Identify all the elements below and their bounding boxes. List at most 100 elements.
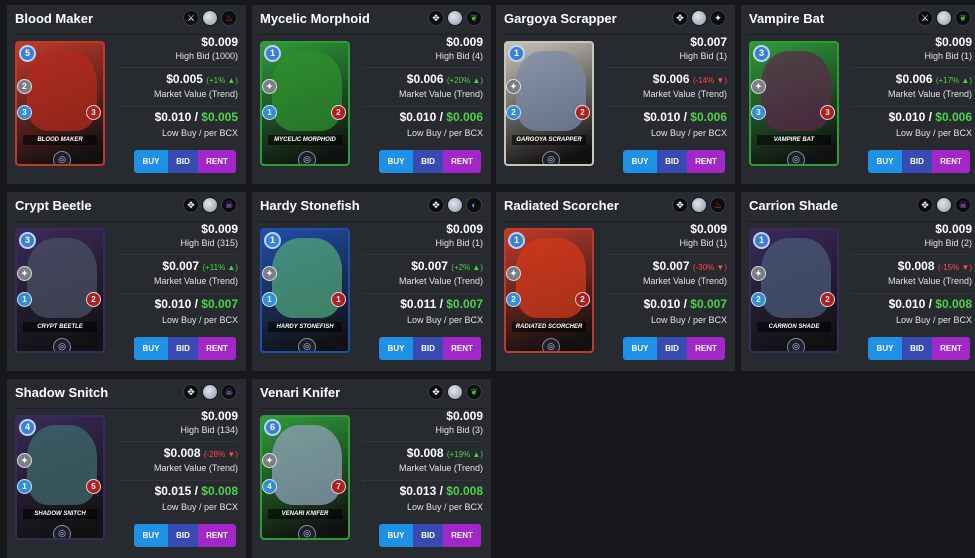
card-title[interactable]: Hardy Stonefish [260,198,360,213]
death-element-icon[interactable]: ☠ [221,197,237,213]
high-bid-price: $0.009 [201,409,238,423]
crossed-swords-icon[interactable]: ✥ [428,197,444,213]
buy-button[interactable]: BUY [134,150,168,173]
divider [117,67,238,68]
crossed-swords-icon[interactable]: ✥ [428,10,444,26]
card-title[interactable]: Shadow Snitch [15,385,108,400]
high-bid-price: $0.009 [201,222,238,236]
water-element-icon[interactable]: ◐ [466,197,482,213]
death-element-icon[interactable]: ☠ [955,197,971,213]
silver-edition-icon[interactable] [936,10,952,26]
crossed-swords-icon[interactable]: ✥ [428,384,444,400]
crossed-swords-icon[interactable]: ✥ [183,197,199,213]
bid-button[interactable]: BID [902,337,932,360]
action-buttons: BUY BID RENT [379,337,481,360]
card-title[interactable]: Gargoya Scrapper [504,11,617,26]
low-buy-price: $0.010 / $0.006 [888,110,972,124]
rent-button[interactable]: RENT [198,524,236,547]
buy-button[interactable]: BUY [379,150,413,173]
card-image[interactable]: 1 ✦ 2 2 CARRION SHADE ◎ [749,228,839,353]
silver-edition-icon[interactable] [447,10,463,26]
low-buy-per-bcx-amount: $0.008 [201,484,238,498]
card-image[interactable]: 1 ✦ 1 1 HARDY STONEFISH ◎ [260,228,350,353]
card-image[interactable]: 1 ✦ 2 2 RADIATED SCORCHER ◎ [504,228,594,353]
silver-edition-icon[interactable] [202,384,218,400]
card-art [516,238,586,318]
card-image[interactable]: 3 ✦ 3 3 VAMPIRE BAT ◎ [749,41,839,166]
rent-button[interactable]: RENT [932,337,970,360]
mana-cost-icon: 4 [19,419,36,436]
bid-button[interactable]: BID [657,337,687,360]
silver-edition-icon[interactable] [691,197,707,213]
bid-button[interactable]: BID [413,337,443,360]
buy-button[interactable]: BUY [623,150,657,173]
buy-button[interactable]: BUY [379,524,413,547]
card-image[interactable]: 1 ✦ 2 2 GARGOYA SCRAPPER ◎ [504,41,594,166]
rent-button[interactable]: RENT [687,337,725,360]
buy-button[interactable]: BUY [623,337,657,360]
neutral-ability-icon[interactable]: ⚔ [917,10,933,26]
rent-button[interactable]: RENT [443,524,481,547]
card-title[interactable]: Crypt Beetle [15,198,92,213]
card-badges: ✥ ☠ [183,384,237,400]
bid-button[interactable]: BID [168,150,198,173]
card-title[interactable]: Venari Knifer [260,385,340,400]
ability-icon: ◎ [298,151,316,164]
neutral-element-icon[interactable]: ✦ [710,10,726,26]
rent-button[interactable]: RENT [198,150,236,173]
market-value-price: $0.008 (-15% ▼) [898,259,972,273]
silver-edition-icon[interactable] [936,197,952,213]
bid-button[interactable]: BID [413,150,443,173]
silver-edition-icon[interactable] [202,197,218,213]
card-image[interactable]: 1 ✦ 1 2 MYCELIC MORPHOID ◎ [260,41,350,166]
death-element-icon[interactable]: ☠ [221,384,237,400]
fire-element-icon[interactable]: ♨ [221,10,237,26]
fire-element-icon[interactable]: ♨ [710,197,726,213]
rent-button[interactable]: RENT [198,337,236,360]
rent-button[interactable]: RENT [443,337,481,360]
bid-button[interactable]: BID [413,524,443,547]
earth-element-icon[interactable]: ❦ [466,384,482,400]
card-title[interactable]: Vampire Bat [749,11,824,26]
card-title[interactable]: Radiated Scorcher [504,198,619,213]
bid-button[interactable]: BID [168,524,198,547]
card-image[interactable]: 5 2 3 3 BLOOD MAKER ◎ [15,41,105,166]
rent-button[interactable]: RENT [687,150,725,173]
crossed-swords-icon[interactable]: ✥ [672,10,688,26]
melee-attack-icon: ✦ [751,266,766,281]
high-bid-label: High Bid (4) [435,51,483,61]
neutral-ability-icon[interactable]: ⚔ [183,10,199,26]
earth-element-icon[interactable]: ❦ [955,10,971,26]
card-image[interactable]: 6 ✦ 4 7 VENARI KNIFER ◎ [260,415,350,540]
bid-button[interactable]: BID [657,150,687,173]
silver-edition-icon[interactable] [447,197,463,213]
card-image[interactable]: 4 ✦ 1 5 SHADOW SNITCH ◎ [15,415,105,540]
low-buy-amount: $0.010 [154,110,192,124]
card-title[interactable]: Blood Maker [15,11,93,26]
buy-button[interactable]: BUY [868,150,902,173]
card-image[interactable]: 3 ✦ 1 2 CRYPT BEETLE ◎ [15,228,105,353]
market-value-label: Market Value (Trend) [153,276,238,286]
card-title[interactable]: Carrion Shade [749,198,838,213]
bid-button[interactable]: BID [902,150,932,173]
divider [362,441,483,442]
earth-element-icon[interactable]: ❦ [466,10,482,26]
bid-button[interactable]: BID [168,337,198,360]
buy-button[interactable]: BUY [134,524,168,547]
high-bid-price: $0.009 [935,35,972,49]
crossed-swords-icon[interactable]: ✥ [183,384,199,400]
market-value-price: $0.005 (+1% ▲) [166,72,238,86]
buy-button[interactable]: BUY [379,337,413,360]
silver-edition-icon[interactable] [691,10,707,26]
crossed-swords-icon[interactable]: ✥ [917,197,933,213]
buy-button[interactable]: BUY [134,337,168,360]
rent-button[interactable]: RENT [443,150,481,173]
market-value-price: $0.008 (+19% ▲) [407,446,483,460]
silver-edition-icon[interactable] [202,10,218,26]
low-buy-price: $0.010 / $0.007 [643,297,727,311]
rent-button[interactable]: RENT [932,150,970,173]
crossed-swords-icon[interactable]: ✥ [672,197,688,213]
card-title[interactable]: Mycelic Morphoid [260,11,370,26]
silver-edition-icon[interactable] [447,384,463,400]
buy-button[interactable]: BUY [868,337,902,360]
